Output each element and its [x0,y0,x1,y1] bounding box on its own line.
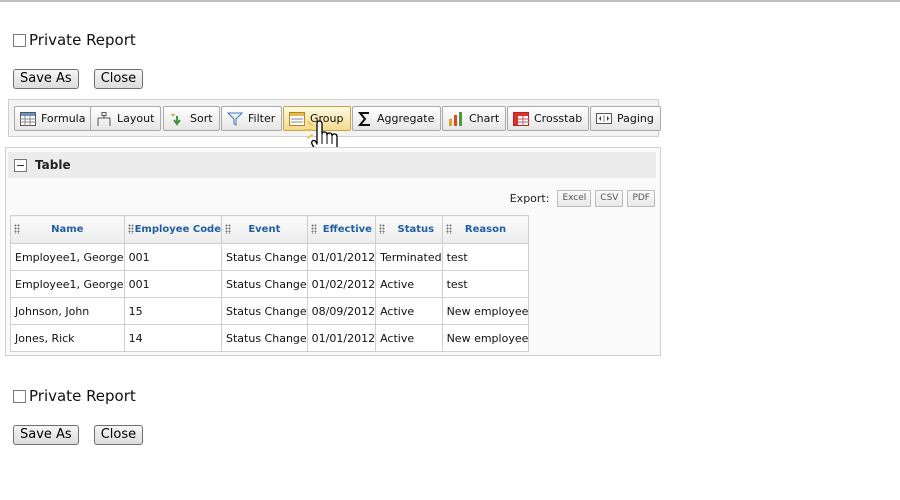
table-cell: Active [375,270,443,298]
table-header-row: Name Employee Code Event Effective Statu… [10,215,530,244]
export-bar: Export: Excel CSV PDF [510,190,655,207]
drag-handle-icon[interactable] [310,224,317,234]
group-icon [289,111,305,126]
drag-handle-icon[interactable] [379,224,386,234]
formula-icon [20,111,36,126]
filter-label: Filter [248,112,276,125]
table-cell: 001 [123,270,223,298]
table-cell: Status Change [221,297,308,325]
formula-label: Formula [41,112,86,125]
formula-button[interactable]: Formula [14,106,93,131]
private-report-label-top: Private Report [29,31,136,49]
table-panel: Table Export: Excel CSV PDF Name Employe… [5,147,661,356]
table-cell: 01/01/2012 [306,324,377,352]
table-cell: New employee [441,297,530,325]
table-cell: 08/09/2012 [306,297,377,325]
chart-label: Chart [469,112,500,125]
table-row: Employee1, George 001 Status Change 01/0… [10,270,530,298]
table-cell: Status Change [221,324,308,352]
column-header-employee-code[interactable]: Employee Code [123,215,223,244]
report-table: Name Employee Code Event Effective Statu… [10,215,530,352]
save-as-button-top[interactable]: Save As [13,69,79,89]
column-header-name[interactable]: Name [10,215,125,244]
paging-icon [596,112,612,124]
bar-chart-icon [449,111,462,126]
action-buttons-bottom: Save As Close [13,425,144,445]
table-row: Johnson, John 15 Status Change 08/09/201… [10,297,530,325]
crosstab-icon [513,111,529,126]
aggregate-button[interactable]: Aggregate [352,106,442,131]
table-cell: Active [375,324,443,352]
table-cell: 15 [123,297,223,325]
collapse-icon[interactable] [14,158,27,172]
table-cell: Terminated [375,243,443,271]
column-header-status[interactable]: Status [375,215,443,244]
export-excel-button[interactable]: Excel [557,190,592,207]
layout-label: Layout [117,112,155,125]
table-cell: 01/02/2012 [306,270,377,298]
export-csv-button[interactable]: CSV [595,190,624,207]
table-cell: 01/01/2012 [306,243,377,271]
table-cell: Active [375,297,443,325]
column-header-event[interactable]: Event [221,215,308,244]
table-cell: 14 [123,324,223,352]
panel-title: Table [35,158,71,172]
export-label: Export: [509,192,550,205]
aggregate-label: Aggregate [377,112,435,125]
filter-icon [227,112,243,126]
table-cell: 001 [123,243,223,271]
sort-icon [171,113,181,126]
column-header-effective[interactable]: Effective [306,215,377,244]
filter-button[interactable]: Filter [221,106,283,131]
table-cell: Johnson, John [10,297,125,325]
close-button-top[interactable]: Close [93,69,144,89]
table-cell: New employee [441,324,530,352]
sigma-icon [358,111,370,126]
drag-handle-icon[interactable] [14,224,20,234]
close-button-bottom[interactable]: Close [93,425,144,445]
column-header-reason[interactable]: Reason [441,215,530,244]
sort-button[interactable]: Sort [163,106,220,131]
drag-handle-icon[interactable] [445,224,452,234]
chart-button[interactable]: Chart [442,106,507,131]
private-report-row-top: Private Report [13,31,136,49]
drag-handle-icon[interactable] [225,224,231,234]
panel-header: Table [8,152,656,178]
private-report-label-bottom: Private Report [29,387,136,405]
table-cell: test [441,243,530,271]
table-cell: Status Change [221,270,308,298]
top-divider [0,0,900,2]
crosstab-label: Crosstab [534,112,583,125]
save-as-button-bottom[interactable]: Save As [13,425,79,445]
paging-button[interactable]: Paging [590,106,661,131]
layout-icon [97,111,111,126]
private-report-checkbox-top[interactable] [13,33,26,47]
paging-label: Paging [617,112,654,125]
table-row: Employee1, George 001 Status Change 01/0… [10,243,530,271]
private-report-row-bottom: Private Report [13,387,136,405]
table-cell: Employee1, George [10,243,125,271]
table-cell: Employee1, George [10,270,125,298]
table-row: Jones, Rick 14 Status Change 01/01/2012 … [10,324,530,352]
table-cell: test [441,270,530,298]
table-cell: Status Change [221,243,308,271]
private-report-checkbox-bottom[interactable] [13,389,26,403]
sort-label: Sort [190,112,213,125]
action-buttons-top: Save As Close [13,69,144,89]
layout-button[interactable]: Layout [90,106,162,131]
drag-handle-icon[interactable] [127,224,134,234]
crosstab-button[interactable]: Crosstab [507,106,590,131]
table-cell: Jones, Rick [10,324,125,352]
export-pdf-button[interactable]: PDF [627,190,655,207]
